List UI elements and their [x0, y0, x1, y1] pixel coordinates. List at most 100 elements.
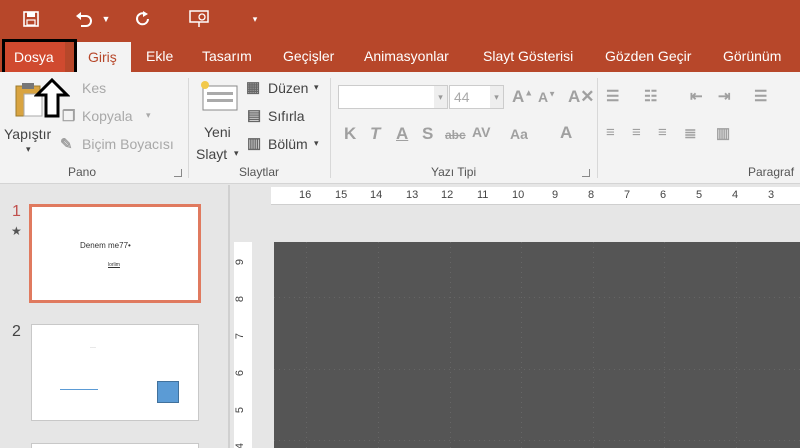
tab-review[interactable]: Gözden Geçir: [605, 40, 691, 72]
font-name-input[interactable]: ▾: [338, 85, 448, 109]
italic-icon[interactable]: T: [370, 124, 380, 144]
decrease-indent-icon[interactable]: ⇤: [690, 87, 703, 105]
ruler-tick: 8: [234, 295, 247, 303]
present-icon: [189, 10, 209, 27]
format-painter-button[interactable]: Biçim Boyacısı: [82, 136, 174, 152]
tab-transitions[interactable]: Geçişler: [283, 40, 334, 72]
new-slide-icon: [201, 81, 238, 111]
group-separator: [188, 78, 189, 178]
save-icon: [23, 11, 39, 27]
save-button[interactable]: [20, 8, 42, 30]
new-slide-dropdown: ▾: [234, 148, 239, 158]
ruler-tick: 3: [768, 189, 775, 201]
reset-icon: ▤: [247, 107, 262, 124]
slides-group-label: Slaytlar: [239, 165, 280, 179]
clipboard-launcher[interactable]: [174, 169, 182, 177]
repeat-button[interactable]: [132, 8, 154, 30]
copy-icon: ❐: [62, 108, 76, 125]
copy-dropdown[interactable]: ▾: [146, 110, 151, 121]
gridline: [274, 440, 800, 441]
group-separator: [597, 78, 598, 178]
ruler-tick: 11: [477, 189, 489, 201]
gridline: [593, 242, 594, 448]
section-dropdown[interactable]: ▾: [314, 138, 319, 149]
undo-button[interactable]: [72, 8, 96, 30]
tab-view[interactable]: Görünüm: [723, 40, 781, 72]
underline-icon[interactable]: A: [396, 124, 408, 144]
bullets-icon[interactable]: ☰: [606, 87, 619, 105]
tab-insert[interactable]: Ekle: [146, 40, 173, 72]
slide-canvas[interactable]: [274, 242, 800, 448]
columns-icon[interactable]: ▥: [716, 124, 730, 142]
slide-thumbnail-2[interactable]: ···: [31, 324, 199, 421]
paste-dropdown-arrow: ▾: [26, 144, 31, 154]
font-size-dropdown: ▾: [490, 86, 503, 108]
slide-2-line: [60, 389, 98, 390]
clipboard-group-label: Pano: [68, 165, 97, 179]
ruler-tick: 7: [624, 189, 631, 201]
clear-format-icon[interactable]: A✕: [568, 87, 595, 107]
reset-button[interactable]: Sıfırla: [268, 108, 305, 124]
line-spacing-icon[interactable]: ☰: [754, 87, 767, 105]
ruler-tick: 6: [660, 189, 667, 201]
ruler-tick: 9: [234, 258, 247, 266]
layout-button[interactable]: Düzen: [268, 80, 308, 96]
font-color-icon[interactable]: A: [560, 123, 572, 143]
slide-thumbnail-3[interactable]: [31, 443, 199, 448]
pane-divider[interactable]: [228, 185, 230, 448]
align-left-icon[interactable]: ≡: [606, 124, 615, 141]
numbering-icon[interactable]: ☷: [644, 87, 657, 105]
from-beginning-button[interactable]: [186, 8, 212, 30]
tab-design[interactable]: Tasarım: [202, 40, 252, 72]
align-center-icon[interactable]: ≡: [632, 124, 641, 141]
increase-font-icon[interactable]: A▲: [512, 87, 533, 107]
slide-2-shape: [157, 381, 179, 403]
ribbon-home: Yapıştır ▾ Kes Kopyala ▾ ❐ ✎ Biçim Boyac…: [0, 72, 800, 184]
customize-qat-button[interactable]: ▾: [248, 8, 262, 30]
gridline: [664, 242, 665, 448]
repeat-icon: [136, 11, 149, 26]
font-group-label: Yazı Tipi: [431, 165, 477, 179]
vertical-ruler: 9 8 7 6 5 4: [234, 242, 252, 448]
section-icon: ▥: [247, 135, 262, 152]
increase-indent-icon[interactable]: ⇥: [718, 87, 731, 105]
section-button[interactable]: Bölüm: [268, 136, 308, 152]
shadow-icon[interactable]: S: [422, 124, 433, 144]
gridline: [274, 297, 800, 298]
tab-slideshow[interactable]: Slayt Gösterisi: [483, 40, 573, 72]
font-size-input[interactable]: 44 ▾: [449, 85, 504, 109]
ruler-tick: 5: [696, 189, 703, 201]
slide-number: 1: [12, 203, 21, 220]
font-name-dropdown: ▾: [434, 86, 447, 108]
layout-icon: ▦: [246, 79, 261, 96]
bold-icon[interactable]: K: [344, 124, 356, 144]
group-separator: [330, 78, 331, 178]
tab-animations[interactable]: Animasyonlar: [364, 40, 449, 72]
new-slide-button[interactable]: Yeni Slayt ▾: [193, 76, 243, 162]
undo-dropdown[interactable]: ▼: [100, 8, 112, 30]
cut-button[interactable]: Kes: [82, 80, 106, 96]
font-size-value: 44: [454, 89, 470, 105]
strikethrough-icon[interactable]: abc: [445, 128, 466, 142]
format-painter-icon: ✎: [60, 136, 73, 153]
font-launcher[interactable]: [582, 169, 590, 177]
decrease-font-icon[interactable]: A▼: [538, 89, 556, 105]
char-spacing-icon[interactable]: AV: [472, 124, 490, 140]
slide-thumbnail-1[interactable]: Denem me77• lorlim: [29, 204, 201, 303]
gridline: [736, 242, 737, 448]
change-case-icon[interactable]: Aa: [510, 126, 528, 142]
gridline: [306, 242, 307, 448]
layout-dropdown[interactable]: ▾: [314, 82, 319, 93]
slide-1-subtitle: lorlim: [108, 262, 120, 268]
animation-star-icon: ★: [11, 224, 22, 238]
copy-button[interactable]: Kopyala: [82, 108, 133, 124]
gridline: [274, 369, 800, 370]
align-right-icon[interactable]: ≡: [658, 124, 667, 141]
title-bar: ▼ ▾: [0, 0, 800, 40]
ruler-tick: 4: [234, 442, 247, 448]
tab-home[interactable]: Giriş: [74, 42, 131, 72]
ruler-tick: 13: [406, 189, 419, 201]
ruler-tick: 16: [299, 189, 312, 201]
justify-icon[interactable]: ≣: [684, 124, 697, 142]
ruler-tick: 12: [441, 189, 454, 201]
